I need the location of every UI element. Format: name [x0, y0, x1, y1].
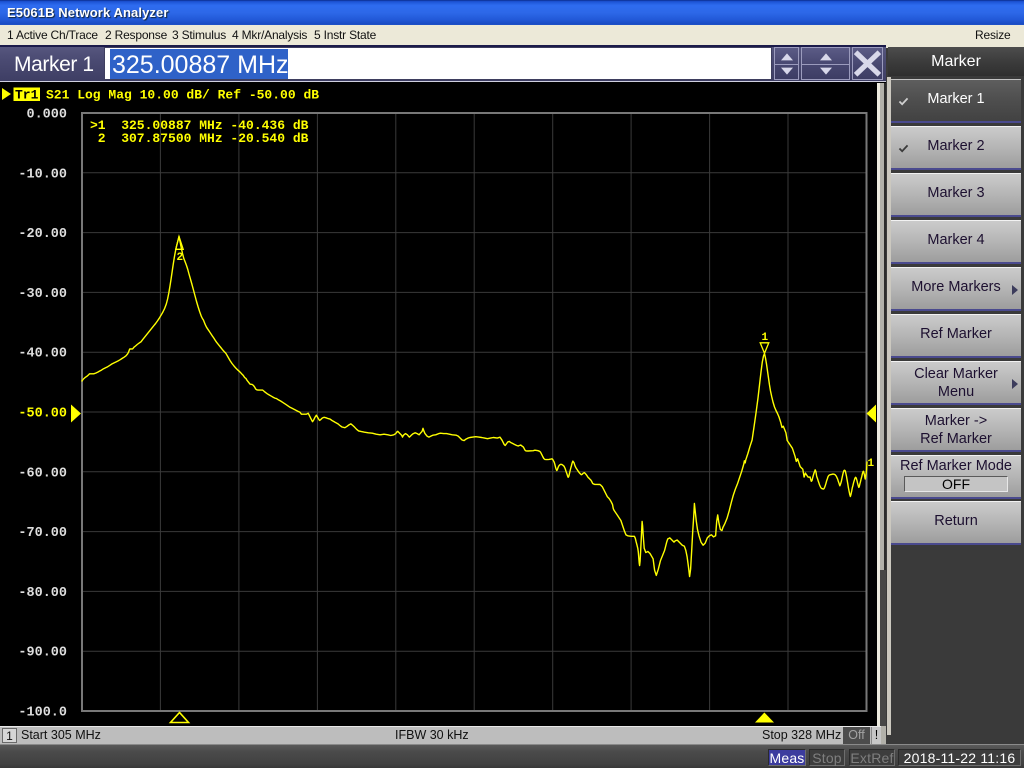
svg-text:-70.00: -70.00	[18, 526, 67, 541]
svg-text:Tr1: Tr1	[15, 88, 39, 103]
svg-text:-20.00: -20.00	[18, 227, 67, 242]
svg-text:-40.00: -40.00	[18, 347, 67, 362]
svg-text:0.000: 0.000	[26, 108, 67, 123]
svg-text:1: 1	[762, 332, 769, 344]
svg-text:-50.00: -50.00	[18, 407, 67, 422]
svg-text:-80.00: -80.00	[18, 586, 67, 601]
svg-text:-90.00: -90.00	[18, 646, 67, 661]
svg-text:2 307.87500 MHz -20.540 dB: 2 307.87500 MHz -20.540 dB	[90, 131, 309, 146]
svg-text:1: 1	[868, 458, 875, 470]
svg-text:-10.00: -10.00	[18, 167, 67, 182]
svg-text:S21 Log Mag 10.00 dB/ Ref -50.: S21 Log Mag 10.00 dB/ Ref -50.00 dB	[46, 88, 319, 103]
svg-text:-100.0: -100.0	[18, 706, 67, 721]
svg-text:-30.00: -30.00	[18, 287, 67, 302]
svg-text:-60.00: -60.00	[18, 466, 67, 481]
svg-text:2: 2	[177, 252, 184, 264]
